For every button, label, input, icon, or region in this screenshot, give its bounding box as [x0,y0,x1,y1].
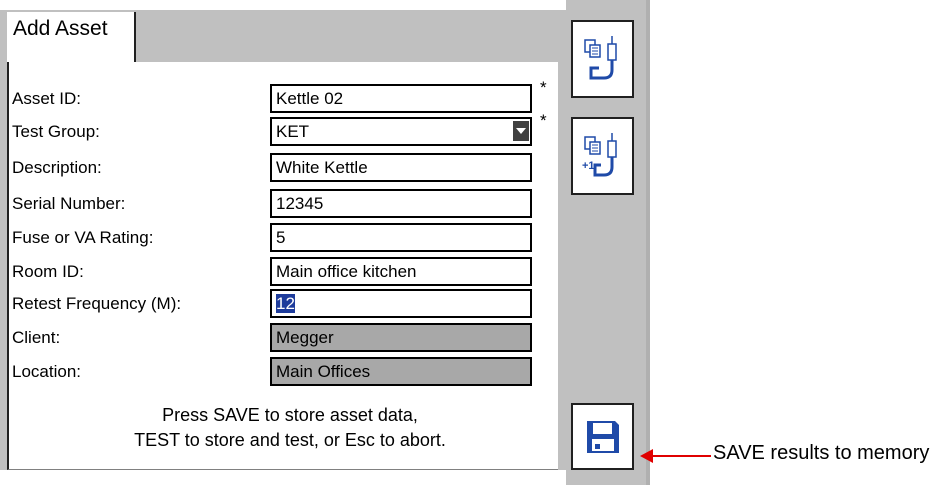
save-callout-text: SAVE results to memory [713,442,930,464]
row-room-id: Room ID: Main office kitchen [12,257,552,286]
fuse-rating-field[interactable]: 5 [270,223,532,252]
client-field: Megger [270,323,532,352]
copy-asset-button[interactable] [571,20,634,98]
row-test-group: Test Group: KET * [12,111,552,146]
description-label: Description: [12,158,102,177]
row-location: Location: Main Offices [12,357,552,386]
fuse-rating-label: Fuse or VA Rating: [12,228,154,247]
row-serial-number: Serial Number: 12345 [12,189,552,218]
required-marker: * [540,111,547,130]
copy-asset-increment-icon: +1 [582,133,617,177]
retest-frequency-label: Retest Frequency (M): [12,294,182,313]
required-marker: * [540,78,547,97]
save-callout: SAVE results to memory [640,441,944,471]
asset-id-field[interactable]: Kettle 02 [270,84,532,113]
arrow-line [652,455,711,457]
row-fuse-rating: Fuse or VA Rating: 5 [12,223,552,252]
help-message-line-1: Press SAVE to store asset data, [162,405,418,425]
tab-label: Add Asset [13,17,108,40]
save-button[interactable] [571,403,634,470]
test-group-value: KET [276,122,310,141]
location-field: Main Offices [270,357,532,386]
tab-add-asset[interactable]: Add Asset [7,12,136,62]
room-id-label: Room ID: [12,262,84,281]
serial-number-field[interactable]: 12345 [270,189,532,218]
row-client: Client: Megger [12,323,552,352]
increment-glyph: +1 [582,160,595,172]
test-group-label: Test Group: [12,122,100,141]
retest-frequency-field[interactable]: 12 [270,289,532,318]
retest-frequency-value: 12 [276,294,295,313]
help-message-line-2: TEST to store and test, or Esc to abort. [134,430,446,450]
save-floppy-icon [586,420,619,453]
bezel-edge [646,0,650,485]
row-asset-id: Asset ID: Kettle 02 * [12,78,552,113]
room-id-field[interactable]: Main office kitchen [270,257,532,286]
serial-number-label: Serial Number: [12,194,126,213]
asset-id-label: Asset ID: [12,89,81,108]
help-message: Press SAVE to store asset data, TEST to … [60,403,520,453]
dropdown-arrow-icon[interactable] [513,121,529,141]
client-label: Client: [12,328,61,347]
location-label: Location: [12,362,81,381]
copy-asset-increment-button[interactable]: +1 [571,117,634,195]
description-field[interactable]: White Kettle [270,153,532,182]
row-description: Description: White Kettle [12,153,552,182]
copy-asset-icon [583,36,617,80]
row-retest-frequency: Retest Frequency (M): 12 [12,289,552,318]
test-group-select[interactable]: KET [270,117,532,146]
device-screen: Add Asset Asset ID: Kettle 02 * Test Gro… [0,0,650,485]
